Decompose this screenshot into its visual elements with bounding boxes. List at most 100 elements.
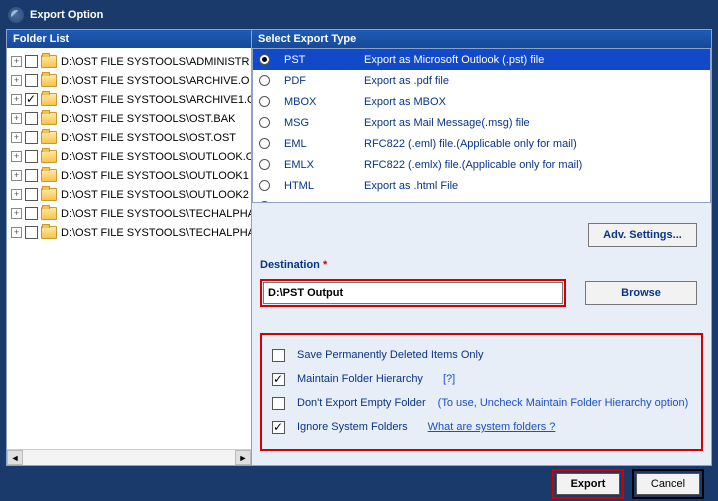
expand-icon[interactable]: + (11, 189, 22, 200)
expand-icon[interactable]: + (11, 151, 22, 162)
export-type-row[interactable]: HTMLExport as .html File (253, 175, 710, 196)
window-title: Export Option (30, 9, 103, 21)
checkbox-no-empty[interactable] (272, 397, 285, 410)
tree-row[interactable]: + D:\OST FILE SYSTOOLS\TECHALPHA (11, 204, 251, 223)
export-type-radio[interactable] (259, 138, 270, 149)
export-type-radio[interactable] (259, 54, 270, 65)
export-type-radio[interactable] (259, 75, 270, 86)
folder-icon (41, 207, 57, 220)
export-type-format: HTML (284, 180, 364, 192)
export-settings: Adv. Settings... Destination * Browse Sa… (252, 203, 711, 465)
folder-checkbox[interactable] (25, 188, 38, 201)
expand-icon[interactable]: + (11, 132, 22, 143)
option-maintain-hierarchy[interactable]: Maintain Folder Hierarchy [?] (272, 367, 691, 391)
export-type-list[interactable]: PSTExport as Microsoft Outlook (.pst) fi… (252, 48, 711, 203)
expand-icon[interactable]: + (11, 208, 22, 219)
option-save-deleted[interactable]: Save Permanently Deleted Items Only (272, 343, 691, 367)
advanced-settings-button[interactable]: Adv. Settings... (588, 223, 697, 247)
checkbox-maintain-hierarchy[interactable] (272, 373, 285, 386)
export-type-row[interactable]: PSTExport as Microsoft Outlook (.pst) fi… (253, 49, 710, 70)
export-type-radio[interactable] (259, 180, 270, 191)
export-type-format: PDF (284, 75, 364, 87)
destination-row: Browse (260, 279, 703, 307)
export-type-format: EMLX (284, 159, 364, 171)
tree-row[interactable]: +D:\OST FILE SYSTOOLS\OUTLOOK.O (11, 147, 251, 166)
folder-checkbox[interactable] (25, 112, 38, 125)
folder-label: D:\OST FILE SYSTOOLS\ADMINISTR (61, 56, 249, 68)
expand-icon[interactable]: + (11, 170, 22, 181)
folder-label: D:\OST FILE SYSTOOLS\ARCHIVE1.O (61, 94, 251, 106)
tree-row[interactable]: + D:\OST FILE SYSTOOLS\ADMINISTR (11, 52, 251, 71)
folder-checkbox[interactable] (25, 74, 38, 87)
option-ignore-system[interactable]: Ignore System Folders What are system fo… (272, 415, 691, 439)
folder-label: D:\OST FILE SYSTOOLS\OST.OST (61, 132, 236, 144)
folder-checkbox[interactable] (25, 226, 38, 239)
tree-row[interactable]: + D:\OST FILE SYSTOOLS\TECHALPHA (11, 223, 251, 242)
tree-row[interactable]: + D:\OST FILE SYSTOOLS\ARCHIVE1.O (11, 90, 251, 109)
destination-label: Destination * (260, 259, 703, 271)
export-type-radio[interactable] (259, 159, 270, 170)
tree-row[interactable]: + D:\OST FILE SYSTOOLS\OUTLOOK1 (11, 166, 251, 185)
folder-label: D:\OST FILE SYSTOOLS\TECHALPHA (61, 227, 251, 239)
folder-checkbox[interactable] (25, 169, 38, 182)
tree-row[interactable]: +D:\OST FILE SYSTOOLS\ARCHIVE.O (11, 71, 251, 90)
folder-list-panel: Folder List +D:\OST FILE SYSTOOLS\ADMINI… (7, 30, 252, 465)
cancel-button[interactable]: Cancel (636, 473, 700, 495)
tree-row[interactable]: +D:\OST FILE SYSTOOLS\OUTLOOK2 (11, 185, 251, 204)
folder-checkbox[interactable] (25, 55, 38, 68)
folder-icon (41, 226, 57, 239)
checkbox-save-deleted[interactable] (272, 349, 285, 362)
export-highlight: Export (552, 469, 624, 499)
export-type-row[interactable]: PDFExport as .pdf file (253, 70, 710, 91)
folder-checkbox[interactable] (25, 93, 38, 106)
expand-icon[interactable]: + (11, 75, 22, 86)
export-type-description: RFC822 (.eml) file.(Applicable only for … (364, 138, 704, 150)
options-box: Save Permanently Deleted Items Only Main… (260, 333, 703, 451)
tree-row[interactable]: + D:\OST FILE SYSTOOLS\OST.BAK (11, 109, 251, 128)
folder-icon (41, 188, 57, 201)
export-type-row[interactable]: vCardExport into vCard(.vcf) format (253, 196, 710, 203)
export-type-description: Export as .pdf file (364, 75, 704, 87)
export-type-row[interactable]: EMLXRFC822 (.emlx) file.(Applicable only… (253, 154, 710, 175)
footer: Export Cancel (0, 466, 718, 501)
scroll-track[interactable] (23, 450, 235, 465)
export-type-format: EML (284, 138, 364, 150)
expand-icon[interactable]: + (11, 227, 22, 238)
folder-tree[interactable]: +D:\OST FILE SYSTOOLS\ADMINISTR+D:\OST F… (7, 48, 251, 449)
destination-input[interactable] (263, 282, 563, 304)
export-type-row[interactable]: MSGExport as Mail Message(.msg) file (253, 112, 710, 133)
tree-row[interactable]: + D:\OST FILE SYSTOOLS\OST.OST (11, 128, 251, 147)
export-type-radio[interactable] (259, 117, 270, 128)
system-folders-link[interactable]: What are system folders ? (428, 421, 556, 433)
folder-checkbox[interactable] (25, 150, 38, 163)
folder-icon (41, 93, 57, 106)
scroll-left-icon[interactable]: ◄ (7, 450, 23, 465)
folder-label: D:\OST FILE SYSTOOLS\OST.BAK (61, 113, 235, 125)
expand-icon[interactable]: + (11, 113, 22, 124)
folder-label: D:\OST FILE SYSTOOLS\TECHALPHA (61, 208, 251, 220)
required-indicator: * (323, 259, 327, 271)
folder-icon (41, 55, 57, 68)
export-type-radio[interactable] (259, 96, 270, 107)
expand-icon[interactable]: + (11, 56, 22, 67)
folder-checkbox[interactable] (25, 207, 38, 220)
export-type-format: MSG (284, 117, 364, 129)
help-link[interactable]: [?] (443, 373, 455, 385)
export-button[interactable]: Export (556, 473, 620, 495)
export-type-description: Export as MBOX (364, 96, 704, 108)
browse-button[interactable]: Browse (585, 281, 697, 305)
folder-tree-hscroll[interactable]: ◄ ► (7, 449, 251, 465)
folder-checkbox[interactable] (25, 131, 38, 144)
export-type-row[interactable]: MBOXExport as MBOX (253, 91, 710, 112)
expand-icon[interactable]: + (11, 94, 22, 105)
scroll-right-icon[interactable]: ► (235, 450, 251, 465)
export-type-row[interactable]: EMLRFC822 (.eml) file.(Applicable only f… (253, 133, 710, 154)
option-no-empty[interactable]: Don't Export Empty Folder (To use, Unche… (272, 391, 691, 415)
folder-label: D:\OST FILE SYSTOOLS\OUTLOOK1 (61, 170, 249, 182)
destination-highlight (260, 279, 566, 307)
export-type-description: RFC822 (.emlx) file.(Applicable only for… (364, 159, 704, 171)
folder-icon (41, 169, 57, 182)
app-icon (8, 7, 24, 23)
checkbox-ignore-system[interactable] (272, 421, 285, 434)
folder-icon (41, 74, 57, 87)
